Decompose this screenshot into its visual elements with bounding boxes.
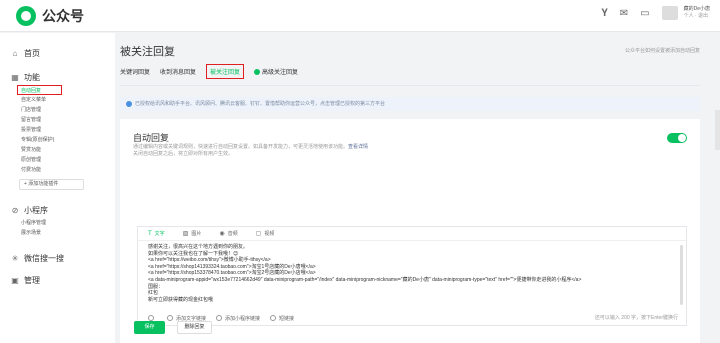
tab-divider [120, 85, 700, 86]
info-icon [126, 100, 132, 107]
editor-line: 新可立即获得藏的现金红包哦 [148, 296, 214, 303]
image-tab[interactable]: ▨ 图片 [183, 230, 202, 237]
char-counter: 还可以输入 200 字，按下Enter键换行 [594, 315, 678, 321]
help-link[interactable]: 公众平台如何设置被添加自动回复 [625, 47, 700, 54]
editor-line: <a href="https://shop153378470.taobao.co… [148, 270, 316, 277]
editor-footer: 添加文字链接 添加小程序链接 短链接 还可以输入 200 字，按下Enter键换… [138, 311, 686, 325]
wechat-logo-icon [16, 6, 36, 26]
editor-line: 红包 [148, 290, 159, 297]
sidebar: ⌂ 首页 ▦ 功能 自动回复 自定义菜单 门店管理 留言管理 投票管理 专辑(原创保… [0, 33, 115, 343]
user-name: 藏的De小唐 [683, 6, 710, 12]
editor-scrollbar[interactable] [680, 245, 683, 305]
sidebar-item-album[interactable]: 专辑(原创保护) [0, 135, 115, 145]
audio-icon: ◉ [219, 231, 225, 237]
sidebar-search[interactable]: ✳ 微信搜一搜 [0, 250, 115, 266]
tab-bar: 关键词回复 收到消息回复 被关注回复 高级关注回复 [120, 63, 308, 79]
audio-tab[interactable]: ◉ 音频 [219, 230, 237, 237]
grid-icon: ▦ [11, 72, 19, 82]
text-icon: T [148, 230, 152, 237]
tab-message-reply[interactable]: 收到消息回复 [160, 67, 196, 76]
video-icon: ▢ [255, 231, 262, 237]
sidebar-item-paid[interactable]: 付费功能 [0, 165, 115, 175]
monitor-icon[interactable]: ▭ [640, 8, 649, 19]
manage-icon: ▣ [11, 275, 19, 285]
short-link-icon [270, 315, 277, 321]
sidebar-item-custom-menu[interactable]: 自定义菜单 [0, 95, 115, 105]
sidebar-mini-program[interactable]: ⊘ 小程序 [0, 202, 115, 218]
user-sub: 个人 · 退出 [683, 13, 709, 19]
sidebar-home[interactable]: ⌂ 首页 [0, 45, 115, 61]
link-icon [167, 315, 173, 321]
tab-keyword-reply[interactable]: 关键词回复 [120, 67, 150, 76]
short-link-button[interactable]: 短链接 [270, 315, 294, 322]
sidebar-item-comments[interactable]: 留言管理 [0, 115, 115, 125]
editor-toolbar: T 文字 ▨ 图片 ◉ 音频 ▢ 视频 [138, 227, 686, 241]
sidebar-manage[interactable]: ▣ 管理 [0, 272, 115, 288]
editor-line: <a data-miniprogram-appid="wx153e7721466… [148, 276, 582, 283]
sidebar-item-reward[interactable]: 赞赏功能 [0, 145, 115, 155]
tab-advanced-follow-reply[interactable]: 高级关注回复 [254, 67, 298, 76]
sidebar-item-store[interactable]: 门店管理 [0, 105, 115, 115]
reply-editor: T 文字 ▨ 图片 ◉ 音频 ▢ 视频 感谢关注，很高兴在这个地方遇到你的朋友。 如果你… [137, 226, 687, 326]
check-icon [254, 68, 261, 75]
video-tab[interactable]: ▢ 视频 [256, 230, 275, 237]
mini-program-icon: ⊘ [11, 205, 19, 215]
user-info[interactable]: 藏的De小唐 个人 · 退出 [684, 6, 710, 20]
details-link[interactable]: 查看详情 [348, 144, 368, 150]
auto-reply-toggle[interactable] [667, 133, 687, 143]
sidebar-item-auto-reply[interactable]: 自动回复 [17, 85, 62, 95]
sidebar-item-scenes[interactable]: 展示场景 [0, 228, 115, 238]
editor-textarea[interactable]: 感谢关注，很高兴在这个地方遇到你的朋友。 如果你可以关注我也在了解一下我哦！😊 … [138, 241, 686, 306]
mail-icon[interactable]: ✉ [620, 8, 628, 19]
y-icon[interactable]: 𝐘 [601, 8, 607, 19]
top-bar: 公众号 𝐘 ✉ ▭ 藏的De小唐 个人 · 退出 [0, 0, 720, 32]
search-one-icon: ✳ [11, 253, 19, 263]
main-content: 被关注回复 公众平台如何设置被添加自动回复 关键词回复 收到消息回复 被关注回复… [115, 33, 715, 343]
mini-link-icon [216, 315, 223, 321]
top-actions: 𝐘 ✉ ▭ 藏的De小唐 个人 · 退出 [589, 6, 710, 20]
auto-reply-card: 自动回复 通过编辑内容或关键词规则，快速进行自动回复设置。如具备开发能力，可更灵… [120, 119, 700, 343]
editor-line: <a href="https://weibo.com/tihsy">微博小助手-… [148, 257, 271, 264]
notice-bar: 已授权给讯风和助手平台、讯风顾问、腾讯云客服、钉钉、置惜帮助你运营公众号，点击管… [120, 97, 700, 111]
sidebar-item-original[interactable]: 原创管理 [0, 155, 115, 165]
tab-follow-reply[interactable]: 被关注回复 [206, 63, 245, 79]
avatar[interactable] [661, 6, 678, 20]
sidebar-features[interactable]: ▦ 功能 [0, 69, 115, 85]
sidebar-item-mini-manage[interactable]: 小程序管理 [0, 218, 115, 228]
app-name: 公众号 [42, 8, 84, 24]
card-title: 自动回复 [133, 133, 170, 143]
image-icon: ▨ [182, 231, 189, 237]
home-icon: ⌂ [12, 48, 18, 58]
editor-line: 感谢关注，很高兴在这个地方遇到你的朋友。 [148, 244, 249, 250]
save-button[interactable]: 保存 [134, 321, 165, 334]
right-float-tab[interactable] [715, 110, 720, 150]
add-plugin-button[interactable]: + 添加功能插件 [19, 179, 84, 190]
delete-reply-button[interactable]: 删除回复 [177, 321, 212, 334]
logo[interactable]: 公众号 [16, 6, 84, 26]
add-mini-program-link-button[interactable]: 添加小程序链接 [216, 315, 260, 322]
page-title: 被关注回复 [120, 46, 175, 58]
editor-line: 国服： [148, 283, 164, 290]
card-description: 通过编辑内容或关键词规则，快速进行自动回复设置。如具备开发能力，可更灵活地使用该… [133, 144, 369, 157]
sidebar-item-vote[interactable]: 投票管理 [0, 125, 115, 135]
text-tab[interactable]: T 文字 [148, 230, 165, 238]
